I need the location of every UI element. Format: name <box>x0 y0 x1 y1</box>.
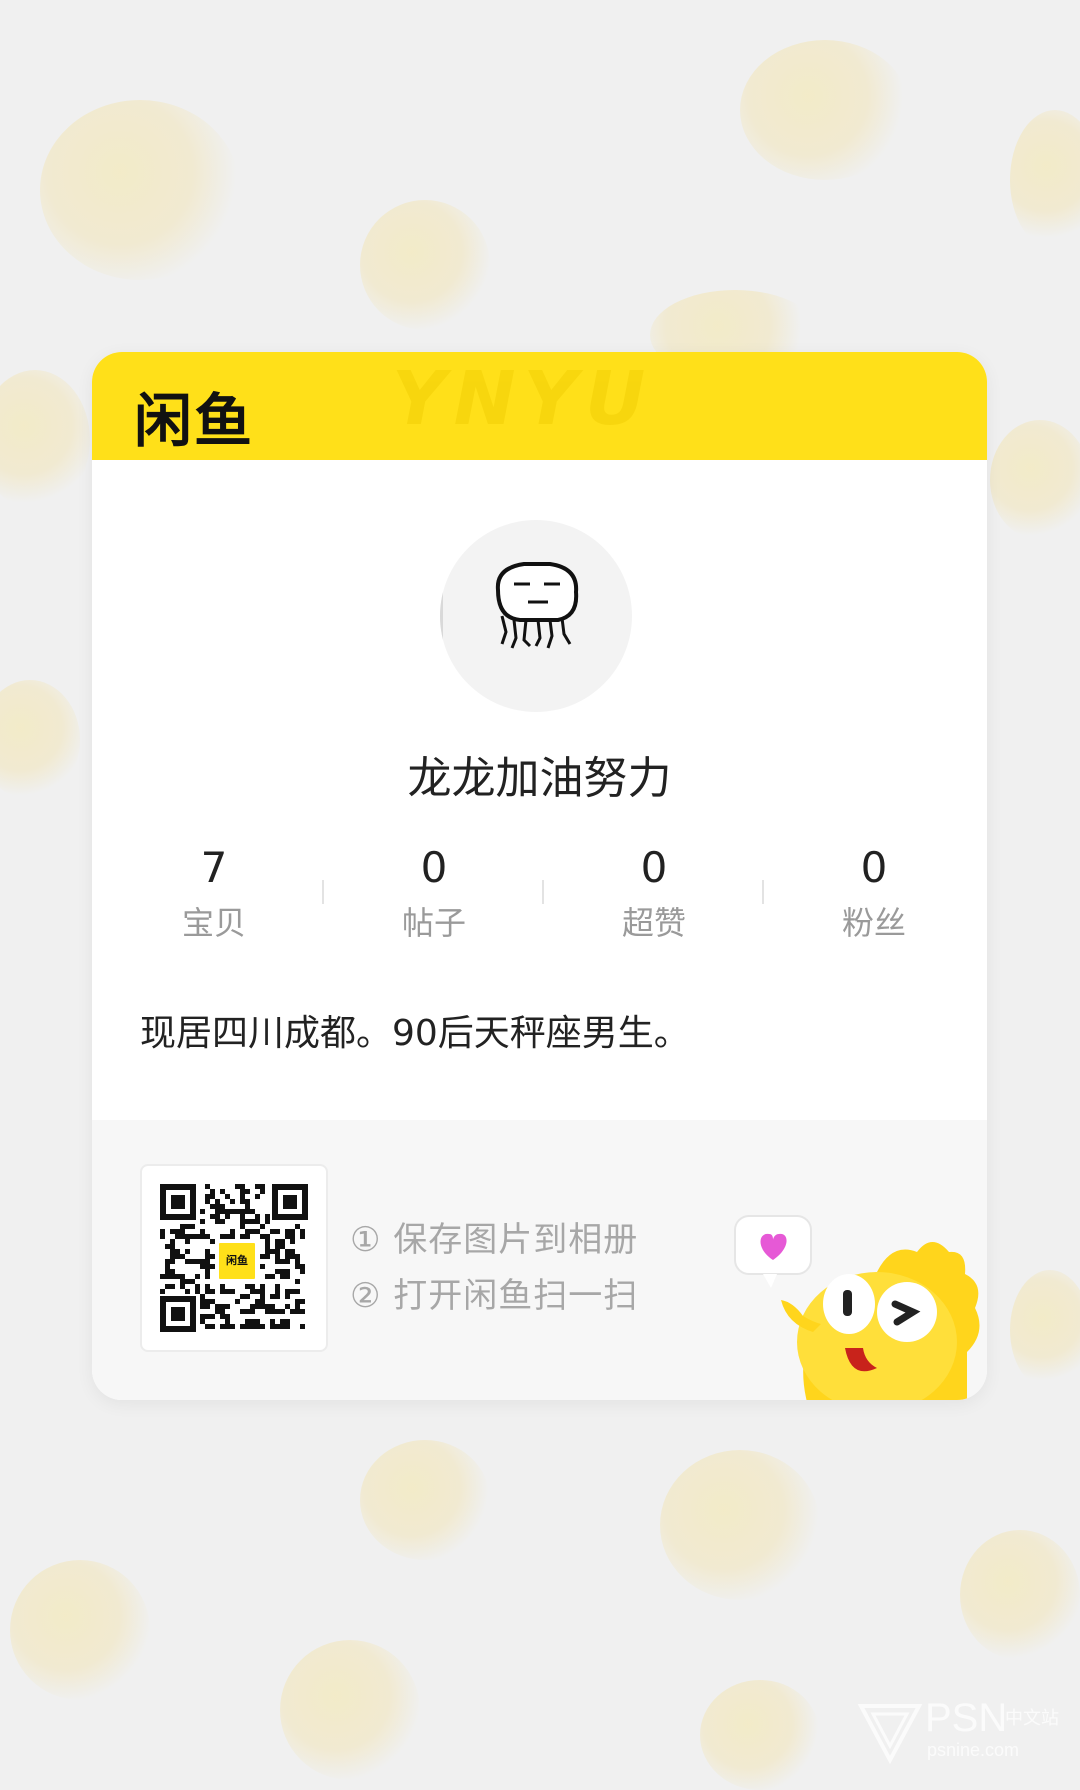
header-watermark: YNYU <box>392 356 654 442</box>
stat-posts[interactable]: 0 帖子 <box>324 844 544 954</box>
stat-posts-label: 帖子 <box>401 904 466 942</box>
stat-fans-label: 粉丝 <box>841 904 906 942</box>
stats-row: 7 宝贝 0 帖子 0 超赞 0 粉丝 <box>104 844 984 954</box>
stat-likes-label: 超赞 <box>621 904 686 942</box>
psn-watermark-main: PSN <box>925 1696 1008 1740</box>
user-nickname: 龙龙加油努力 <box>407 753 672 804</box>
stat-fans-count: 0 <box>860 843 888 892</box>
stat-items-count: 7 <box>200 843 228 892</box>
step-open-scan: ② 打开闲鱼扫一扫 <box>350 1276 639 1316</box>
stat-likes[interactable]: 0 超赞 <box>544 844 764 954</box>
heart-bubble-icon <box>734 1215 812 1288</box>
stat-posts-count: 0 <box>420 843 448 892</box>
xianyu-logo: 闲鱼 <box>134 387 255 455</box>
qr-center-logo: 闲鱼 <box>216 1240 258 1282</box>
yellow-fish-mascot-icon <box>734 1215 980 1400</box>
card-header: 闲鱼 YNYU <box>92 352 987 460</box>
psn-logo-icon <box>857 1704 923 1765</box>
psn-watermark: PSN 中文站 psnine.com <box>855 1696 1065 1766</box>
share-footer: 闲鱼 ① 保存图片到相册 ② 打开闲鱼扫一扫 <box>92 1120 987 1400</box>
qr-code[interactable]: 闲鱼 <box>140 1164 328 1352</box>
stat-fans[interactable]: 0 粉丝 <box>764 844 984 954</box>
profile-share-card: 闲鱼 YNYU 龙龙加油努力 7 宝贝 0 帖子 0 超赞 0 粉丝 现居四川成… <box>92 352 987 1400</box>
stat-items[interactable]: 7 宝贝 <box>104 844 324 954</box>
avatar-divider <box>440 582 443 648</box>
stat-likes-count: 0 <box>640 843 668 892</box>
psn-watermark-suffix: 中文站 <box>1005 1708 1059 1728</box>
meme-face-icon <box>495 562 579 649</box>
avatar <box>440 520 632 712</box>
psn-watermark-domain: psnine.com <box>927 1740 1020 1760</box>
user-bio: 现居四川成都。90后天秤座男生。 <box>140 1013 690 1054</box>
step-save-image: ① 保存图片到相册 <box>350 1220 639 1260</box>
stat-items-label: 宝贝 <box>181 904 246 942</box>
